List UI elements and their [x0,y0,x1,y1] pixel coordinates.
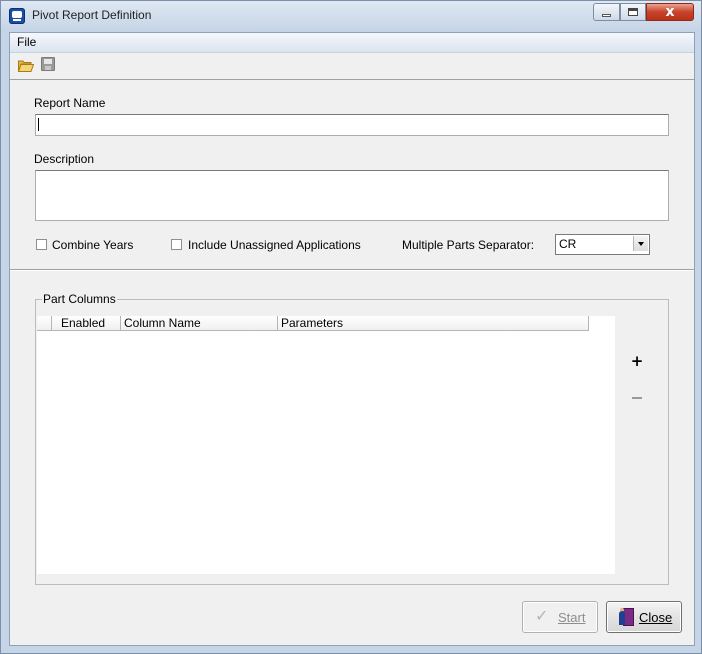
exit-door-icon [619,608,635,626]
column-header-parameters[interactable]: Parameters [278,316,589,330]
checkmark-icon: ✓ [535,606,549,625]
separator-label: Multiple Parts Separator: [402,238,535,252]
title-bar[interactable]: Pivot Report Definition x [1,1,701,31]
part-columns-group: Part Columns Enabled Column Name Paramet… [35,292,669,585]
column-header-enabled[interactable]: Enabled [52,316,121,330]
window-title: Pivot Report Definition [32,8,152,22]
close-button-label: Close [639,610,673,625]
divider [10,269,694,271]
report-name-input[interactable] [35,114,669,136]
separator-select[interactable]: CR [555,234,650,255]
chevron-down-icon[interactable] [633,236,648,251]
row-selector-header [37,316,52,330]
menu-file[interactable]: File [17,35,36,49]
combine-years-label: Combine Years [52,238,134,252]
description-label: Description [34,152,95,166]
column-header-column-name[interactable]: Column Name [121,316,278,330]
close-window-button[interactable]: x [646,3,694,21]
include-unassigned-label: Include Unassigned Applications [188,238,361,252]
part-columns-title: Part Columns [42,292,117,306]
maximize-button[interactable] [620,3,646,21]
open-folder-icon[interactable] [18,59,34,72]
close-button[interactable]: Close [606,601,682,633]
start-button[interactable]: ✓ Start [522,601,598,633]
remove-column-button[interactable] [630,391,644,405]
report-name-label: Report Name [34,96,106,110]
app-icon [9,8,25,24]
separator-value: CR [559,237,577,251]
part-columns-grid[interactable]: Enabled Column Name Parameters [37,316,615,574]
include-unassigned-checkbox[interactable] [171,239,182,250]
close-icon: x [665,4,675,20]
dialog-client-area: File Report Name Description Combine Yea… [9,32,695,646]
window: Pivot Report Definition x File Report Na… [0,0,702,654]
menu-bar: File [10,33,694,53]
start-button-label: Start [558,610,586,625]
grid-header: Enabled Column Name Parameters [37,316,589,331]
minimize-button[interactable] [593,3,620,21]
add-column-button[interactable]: + [630,354,644,369]
combine-years-checkbox[interactable] [36,239,47,250]
description-input[interactable] [35,170,669,221]
text-caret [38,118,39,131]
save-disk-icon[interactable] [41,57,55,71]
toolbar [10,53,694,80]
